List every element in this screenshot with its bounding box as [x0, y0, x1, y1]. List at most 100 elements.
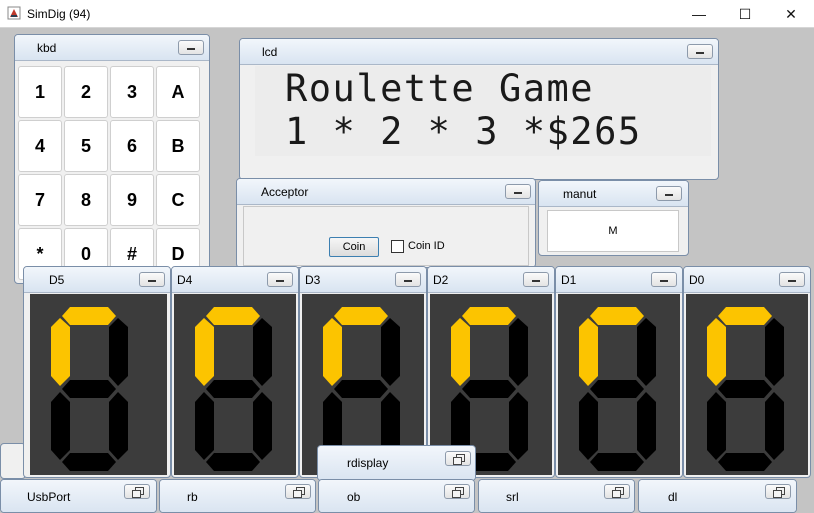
- key-2[interactable]: 2: [64, 66, 108, 118]
- display-title: D1: [561, 273, 577, 287]
- dl-header[interactable]: dl: [639, 480, 796, 512]
- kbd-frame[interactable]: kbd 1 2 3 A 4 5 6 B 7 8 9 C * 0 # D: [14, 34, 210, 284]
- segment-f: [579, 318, 598, 386]
- segment-a: [62, 307, 116, 325]
- segment-a: [334, 307, 388, 325]
- segment-g: [462, 380, 516, 398]
- display-d4-frame[interactable]: D4: [171, 266, 299, 478]
- key-b[interactable]: B: [156, 120, 200, 172]
- manut-frame[interactable]: manut M: [538, 180, 689, 256]
- segment-f: [451, 318, 470, 386]
- seven-segment-digit: [579, 307, 656, 471]
- kbd-header[interactable]: kbd: [15, 35, 209, 61]
- display-header[interactable]: D5: [24, 267, 170, 293]
- key-8[interactable]: 8: [64, 174, 108, 226]
- segment-b: [253, 318, 272, 386]
- ob-title: ob: [347, 490, 361, 504]
- coin-button[interactable]: Coin: [329, 237, 379, 257]
- rb-frame[interactable]: rb: [159, 479, 316, 513]
- usbport-title: UsbPort: [27, 490, 71, 504]
- coin-id-checkbox[interactable]: [391, 240, 404, 253]
- window-title: SimDig (94): [27, 7, 91, 21]
- display-d1-frame[interactable]: D1: [555, 266, 683, 478]
- segment-d: [718, 453, 772, 471]
- segment-e: [51, 392, 70, 460]
- srl-restore-button[interactable]: [604, 484, 630, 499]
- display-header[interactable]: D3: [300, 267, 426, 293]
- display-minimize-button[interactable]: [395, 272, 421, 287]
- display-header[interactable]: D2: [428, 267, 554, 293]
- display-header[interactable]: D4: [172, 267, 298, 293]
- acceptor-frame[interactable]: Acceptor Coin Coin ID: [236, 178, 536, 268]
- display-title: D2: [433, 273, 449, 287]
- maximize-window-button[interactable]: ☐: [722, 0, 768, 28]
- segment-f: [323, 318, 342, 386]
- srl-title: srl: [506, 490, 519, 504]
- key-3[interactable]: 3: [110, 66, 154, 118]
- display-minimize-button[interactable]: [523, 272, 549, 287]
- segment-f: [707, 318, 726, 386]
- rdisplay-header[interactable]: rdisplay: [318, 446, 475, 480]
- manut-minimize-button[interactable]: [656, 186, 682, 201]
- ob-frame[interactable]: ob: [318, 479, 475, 513]
- segment-a: [590, 307, 644, 325]
- key-5[interactable]: 5: [64, 120, 108, 172]
- lcd-minimize-button[interactable]: [687, 44, 713, 59]
- segment-a: [718, 307, 772, 325]
- segment-a: [462, 307, 516, 325]
- seven-segment-face: [174, 294, 296, 475]
- key-4[interactable]: 4: [18, 120, 62, 172]
- manut-button[interactable]: M: [547, 210, 679, 252]
- display-d5-frame[interactable]: D5: [23, 266, 171, 478]
- manut-title: manut: [563, 187, 597, 201]
- segment-e: [707, 392, 726, 460]
- key-c[interactable]: C: [156, 174, 200, 226]
- rb-header[interactable]: rb: [160, 480, 315, 512]
- segment-c: [109, 392, 128, 460]
- usbport-header[interactable]: UsbPort: [1, 480, 156, 512]
- acceptor-header[interactable]: Acceptor: [237, 179, 535, 205]
- ob-header[interactable]: ob: [319, 480, 474, 512]
- close-window-button[interactable]: ✕: [768, 0, 814, 28]
- usbport-restore-button[interactable]: [124, 484, 150, 499]
- display-minimize-button[interactable]: [651, 272, 677, 287]
- minimize-window-button[interactable]: —: [676, 0, 722, 28]
- display-minimize-button[interactable]: [267, 272, 293, 287]
- ob-restore-button[interactable]: [444, 484, 470, 499]
- key-9[interactable]: 9: [110, 174, 154, 226]
- display-title: D0: [689, 273, 705, 287]
- segment-e: [195, 392, 214, 460]
- segment-c: [509, 392, 528, 460]
- kbd-minimize-button[interactable]: [178, 40, 204, 55]
- display-minimize-button[interactable]: [139, 272, 165, 287]
- key-1[interactable]: 1: [18, 66, 62, 118]
- rdisplay-restore-button[interactable]: [445, 451, 471, 466]
- segment-b: [381, 318, 400, 386]
- display-header[interactable]: D0: [684, 267, 810, 293]
- acceptor-minimize-button[interactable]: [505, 184, 531, 199]
- lcd-title: lcd: [262, 45, 278, 59]
- dl-restore-button[interactable]: [765, 484, 791, 499]
- srl-frame[interactable]: srl: [478, 479, 635, 513]
- display-header[interactable]: D1: [556, 267, 682, 293]
- segment-b: [109, 318, 128, 386]
- display-title: D3: [305, 273, 321, 287]
- segment-d: [206, 453, 260, 471]
- rdisplay-title: rdisplay: [347, 456, 389, 470]
- display-d0-frame[interactable]: D0: [683, 266, 811, 478]
- manut-header[interactable]: manut: [539, 181, 688, 207]
- rb-restore-button[interactable]: [285, 484, 311, 499]
- segment-g: [590, 380, 644, 398]
- minimize-icon: —: [692, 6, 706, 22]
- key-6[interactable]: 6: [110, 120, 154, 172]
- usbport-frame[interactable]: UsbPort: [0, 479, 157, 513]
- lcd-header[interactable]: lcd: [240, 39, 718, 65]
- rdisplay-frame[interactable]: rdisplay: [317, 445, 476, 481]
- srl-header[interactable]: srl: [479, 480, 634, 512]
- key-a[interactable]: A: [156, 66, 200, 118]
- dl-frame[interactable]: dl: [638, 479, 797, 513]
- segment-d: [590, 453, 644, 471]
- key-7[interactable]: 7: [18, 174, 62, 226]
- lcd-frame[interactable]: lcd Roulette Game 1 * 2 * 3 *$265: [239, 38, 719, 180]
- display-minimize-button[interactable]: [779, 272, 805, 287]
